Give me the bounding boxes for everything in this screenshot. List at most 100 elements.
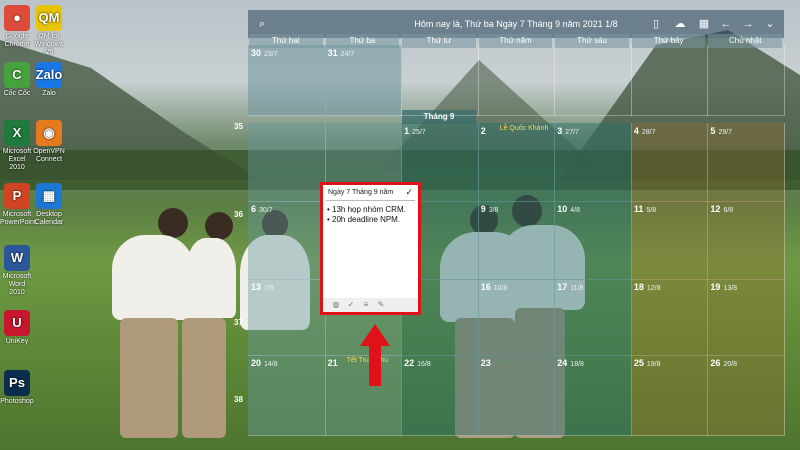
day-number: 26 20/8: [710, 358, 738, 368]
calendar-day-cell[interactable]: 10 4/8: [554, 201, 632, 280]
week-number: 38: [234, 395, 243, 404]
red-up-arrow-annotation: [360, 324, 390, 386]
day-number: 3 27/7: [557, 126, 579, 136]
calendar-day-cell[interactable]: 17 11/8: [554, 279, 632, 356]
desktop-icon[interactable]: ● Google Chrome: [0, 5, 34, 49]
note-toolbar: ◍ ✓ ≡ ✎: [323, 298, 418, 312]
day-number: 23: [480, 358, 491, 368]
week-number: 35: [234, 122, 243, 131]
calendar-day-cell[interactable]: 30 23/7: [248, 45, 326, 116]
calendar-day-cell[interactable]: 19 13/8: [707, 279, 785, 356]
lunar-date: 11/8: [570, 285, 584, 292]
desktop-icon-label: UniKey: [5, 338, 29, 345]
calendar-day-cell[interactable]: 16 10/8: [477, 279, 556, 356]
note-text-area[interactable]: • 13h họp nhóm CRM. • 20h deadline NPM.: [327, 205, 406, 225]
app-icon: X: [4, 120, 30, 146]
desktop-icon[interactable]: ◉ OpenVPN Connect: [32, 120, 66, 164]
check-icon[interactable]: ✓: [405, 187, 413, 198]
day-number: 6 30/7: [251, 204, 273, 214]
cloud-icon[interactable]: ☁: [672, 16, 688, 32]
desktop-icon[interactable]: X Microsoft Excel 2010: [0, 120, 34, 172]
calendar-day-cell[interactable]: 24 18/8: [554, 355, 632, 436]
day-number: 20 14/8: [251, 358, 278, 368]
forward-arrow-icon[interactable]: →: [740, 16, 756, 32]
lunar-date: 5/8: [646, 207, 657, 214]
calendar-day-cell[interactable]: 4 28/7: [630, 123, 709, 202]
lunar-date: 19/8: [646, 361, 661, 368]
app-icon: U: [4, 310, 30, 336]
calendar-icon[interactable]: ▦: [696, 16, 712, 32]
desktop-icon[interactable]: QM QM for Windows V5: [32, 5, 66, 57]
calendar-day-cell[interactable]: 25 19/8: [630, 355, 709, 436]
lunar-date: 7/8: [264, 285, 274, 292]
calendar-day-cell[interactable]: 9 3/8: [477, 201, 556, 280]
desktop-icon-label: Zalo: [42, 90, 56, 97]
holiday-event: Lễ Quốc Khánh: [499, 125, 549, 132]
calendar-day-cell[interactable]: 12 6/8: [707, 201, 785, 280]
note-title: Ngày 7 Tháng 9 năm: [328, 189, 394, 196]
desktop-icon[interactable]: U UniKey: [0, 310, 34, 346]
day-number: 2: [480, 126, 486, 136]
lunar-date: 13/8: [723, 285, 738, 292]
calendar-day-cell[interactable]: 11 5/8: [630, 201, 709, 280]
app-icon: ◉: [36, 120, 62, 146]
calendar-day-cell[interactable]: 6 30/7: [248, 201, 326, 280]
desktop-icon-label: Microsoft Excel 2010: [2, 148, 32, 171]
day-number: 10 4/8: [557, 204, 581, 214]
week-number: 37: [234, 318, 243, 327]
calendar-day-cell[interactable]: 2 Lễ Quốc Khánh: [477, 123, 556, 202]
desktop-icon[interactable]: C Cốc Cốc: [0, 62, 34, 98]
note-divider: [326, 200, 415, 201]
phone-icon[interactable]: ▯: [648, 16, 664, 32]
calendar-day-cell[interactable]: 23...: [477, 355, 556, 436]
lunar-date: 20/8: [723, 361, 738, 368]
lunar-date: 24/7: [340, 51, 355, 58]
desktop-icon[interactable]: W Microsoft Word 2010: [0, 245, 34, 297]
day-note-popup[interactable]: Ngày 7 Tháng 9 năm ✓ • 13h họp nhóm CRM.…: [320, 182, 421, 315]
desktop-icon-label: Microsoft Word 2010: [2, 273, 32, 296]
desktop-icon[interactable]: Ps Photoshop: [0, 370, 34, 406]
calendar-day-cell[interactable]: 3 27/7: [554, 123, 632, 202]
app-icon: C: [4, 62, 30, 88]
day-number: 31 24/7: [327, 48, 355, 58]
holiday-event: ...: [499, 357, 506, 364]
app-icon: QM: [36, 5, 62, 31]
desktop-icon[interactable]: P Microsoft PowerPoint: [0, 183, 36, 227]
desktop-icon[interactable]: ▦ Desktop Calendar: [32, 183, 66, 227]
day-number: 13 7/8: [251, 282, 274, 292]
chevron-down-icon[interactable]: ⌄: [762, 16, 778, 32]
calendar-day-cell: [630, 45, 709, 116]
calendar-day-cell[interactable]: 31 24/7: [324, 45, 403, 116]
calendar-day-cell[interactable]: 18 12/8: [630, 279, 709, 356]
lunar-date: 29/7: [718, 129, 733, 136]
lunar-date: 10/8: [493, 285, 508, 292]
day-number: 19 13/8: [710, 282, 738, 292]
check-circle-icon[interactable]: ✓: [346, 300, 356, 310]
calendar-day-cell: [707, 45, 785, 116]
calendar-day-cell[interactable]: 22 16/8: [401, 355, 479, 436]
lunar-date: 30/7: [259, 207, 273, 214]
day-number: 18 12/8: [633, 282, 661, 292]
lunar-date: 16/8: [417, 361, 431, 368]
desktop-icon-label: Google Chrome: [4, 33, 30, 48]
day-number: 25 19/8: [633, 358, 661, 368]
calendar-day-cell[interactable]: 13 7/8: [248, 279, 326, 356]
calendar-day-cell[interactable]: 5 29/7: [707, 123, 785, 202]
edit-icon[interactable]: ✎: [376, 300, 386, 310]
desktop-icon[interactable]: Zalo Zalo: [32, 62, 66, 98]
app-icon: ▦: [36, 183, 62, 209]
calendar-day-cell: [477, 45, 556, 116]
desktop-icon-label: Microsoft PowerPoint: [0, 211, 36, 226]
back-arrow-icon[interactable]: ←: [718, 16, 734, 32]
list-icon[interactable]: ≡: [361, 300, 371, 310]
lunar-date: 14/8: [264, 361, 278, 368]
lunar-date: 3/8: [488, 207, 499, 214]
calendar-day-cell[interactable]: 20 14/8: [248, 355, 326, 436]
palette-icon[interactable]: ◍: [331, 300, 341, 310]
app-icon: ●: [4, 5, 30, 31]
desktop-icon-label: OpenVPN Connect: [33, 148, 65, 163]
lunar-date: 12/8: [646, 285, 661, 292]
calendar-day-cell: [401, 45, 479, 116]
lunar-date: 27/7: [565, 129, 579, 136]
calendar-day-cell[interactable]: 26 20/8: [707, 355, 785, 436]
